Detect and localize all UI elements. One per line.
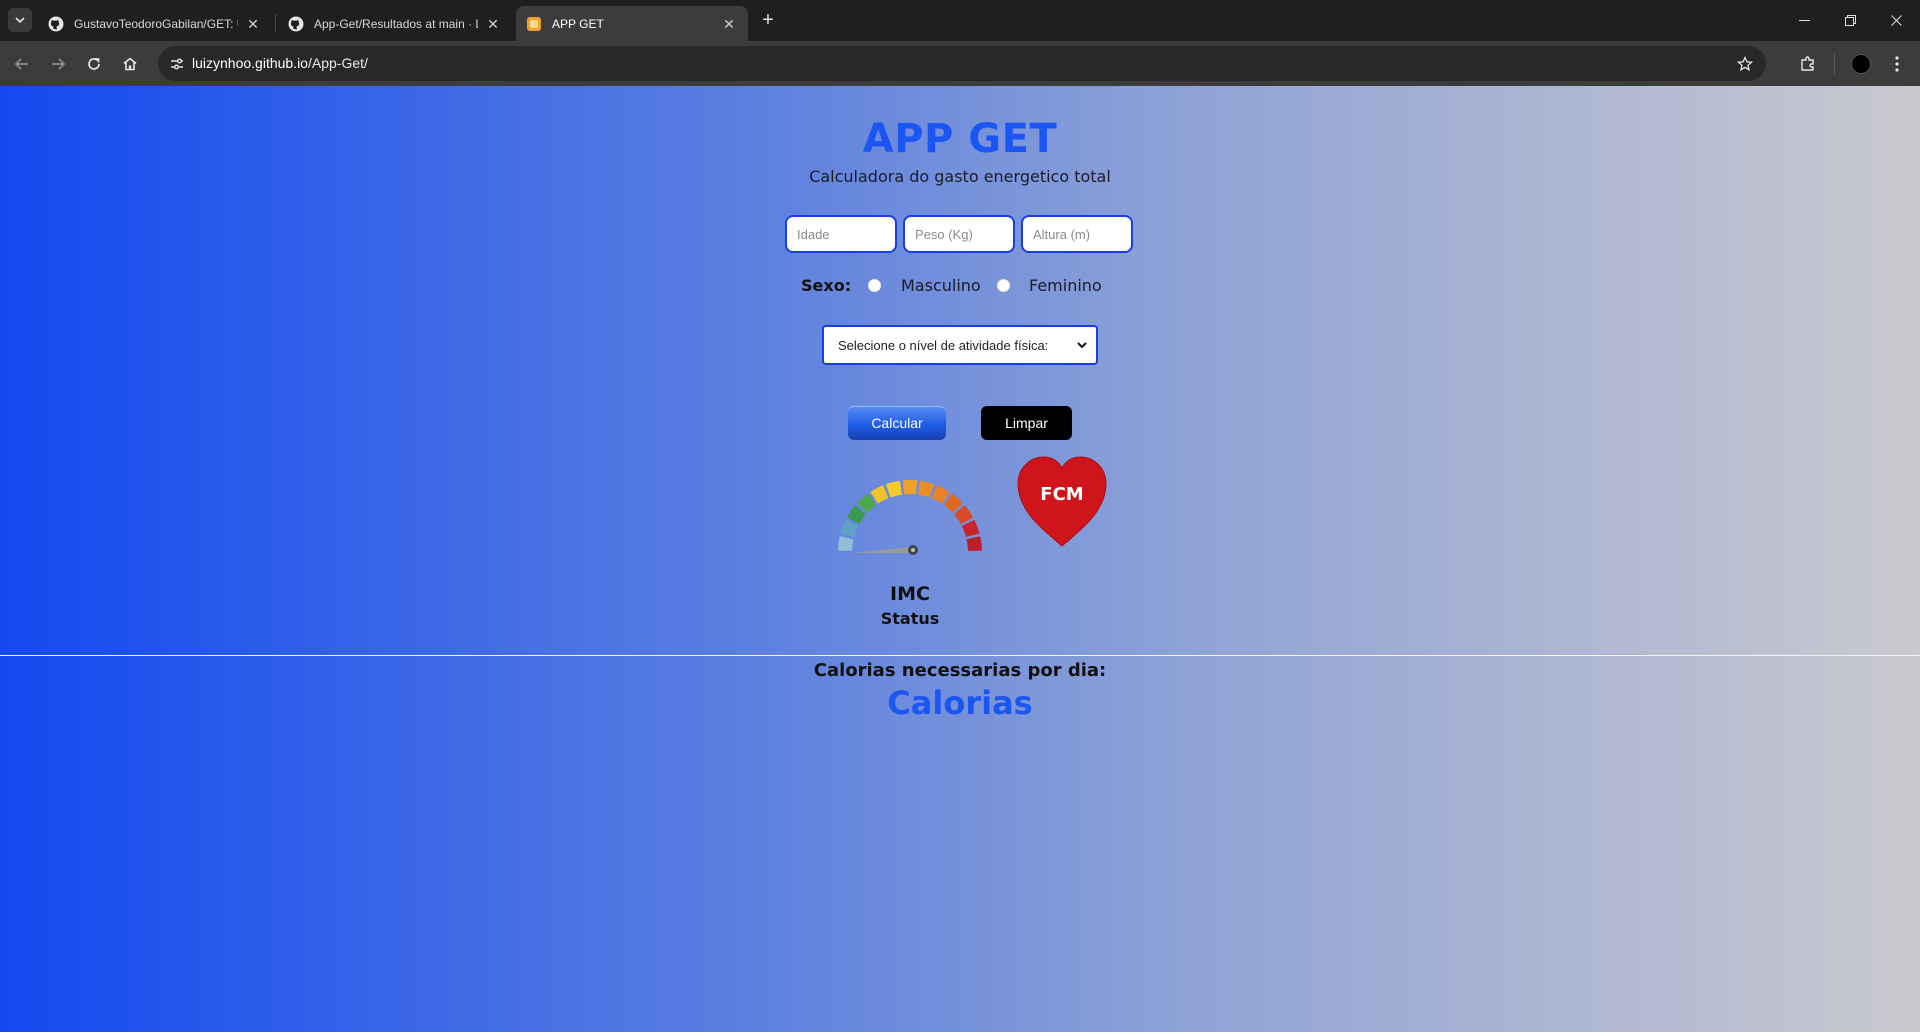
profile-button[interactable] [1847,50,1875,78]
menu-button[interactable] [1883,50,1911,78]
url-host: luizynhoo.github.io [192,55,308,71]
page-title: APP GET [862,116,1058,162]
gauge-needle [850,547,913,553]
github-icon [288,16,304,32]
address-bar[interactable]: luizynhoo.github.io/App-Get/ [158,46,1766,81]
gauge-segments [838,480,982,551]
url-path: /App-Get/ [307,55,368,71]
gauge-segment [840,519,859,538]
atividade-select[interactable]: Selecione o nível de atividade física: [822,325,1098,365]
app-get-favicon [526,16,542,32]
chevron-down-icon [1077,342,1087,349]
close-window-button[interactable] [1873,0,1919,41]
puzzle-icon [1801,56,1814,71]
close-icon [1890,15,1902,26]
url-text[interactable]: luizynhoo.github.io/App-Get/ [192,46,368,81]
gauge-segment [966,536,982,551]
restore-icon [1844,15,1856,26]
toolbar-divider [1834,54,1835,74]
divider [0,655,1920,656]
star-icon[interactable] [1734,53,1756,75]
chevron-down-icon [15,17,25,24]
masculino-radio[interactable] [868,279,881,292]
tab-github-get[interactable]: GustavoTeodoroGabilan/GET: U ✕ [38,6,272,41]
feminino-label[interactable]: Feminino [1029,276,1102,296]
gauge-pivot-center [911,548,915,552]
gauge-segment [838,536,854,551]
github-icon [48,16,64,32]
home-button[interactable] [116,50,144,78]
new-tab-button[interactable]: + [756,8,780,32]
minimize-icon [1798,20,1810,21]
altura-input[interactable] [1021,215,1133,253]
back-button[interactable] [8,50,36,78]
calorias-label: Calorias necessarias por dia: [813,660,1107,681]
tab-github-resultados[interactable]: App-Get/Resultados at main · L ✕ [278,6,512,41]
restore-button[interactable] [1827,0,1873,41]
tab-title: APP GET [552,16,604,31]
gauge-segment [902,480,918,495]
peso-input[interactable] [903,215,1015,253]
masculino-label[interactable]: Masculino [901,276,981,296]
tab-title: App-Get/Resultados at main · L [314,16,478,31]
gauge-segment [918,480,935,498]
back-arrow-icon [14,58,28,70]
close-icon[interactable]: ✕ [244,15,262,33]
imc-gauge [838,480,982,555]
browser-toolbar: luizynhoo.github.io/App-Get/ [0,41,1920,86]
tab-app-get[interactable]: APP GET ✕ [516,6,748,41]
tab-search-button[interactable] [8,8,32,32]
sexo-row: Sexo: Masculino Feminino [0,276,1920,296]
gauge-segment [885,480,902,498]
close-icon[interactable]: ✕ [720,15,738,33]
tab-title: GustavoTeodoroGabilan/GET: U [74,16,238,31]
site-info-icon[interactable] [166,53,188,75]
idade-input[interactable] [785,215,897,253]
tab-separator [275,14,276,32]
forward-button[interactable] [44,50,72,78]
fcm-label: FCM [1040,484,1084,505]
imc-label: IMC [890,583,930,605]
sexo-label: Sexo: [801,276,852,295]
calcular-button[interactable]: Calcular [848,406,946,440]
gauge-segment [961,519,980,538]
kebab-menu-icon [1895,56,1899,72]
avatar [1851,54,1871,74]
reload-button[interactable] [80,50,108,78]
extensions-button[interactable] [1794,50,1822,78]
feminino-radio[interactable] [997,279,1010,292]
imc-status: Status [880,609,940,628]
calorias-value: Calorias [887,684,1033,722]
page-viewport: APP GET Calculadora do gasto energetico … [0,86,1920,1032]
tab-strip: GustavoTeodoroGabilan/GET: U ✕ App-Get/R… [0,0,1920,41]
limpar-button[interactable]: Limpar [981,406,1072,440]
close-icon[interactable]: ✕ [484,15,502,33]
forward-arrow-icon [52,58,66,70]
page-subtitle: Calculadora do gasto energetico total [809,167,1111,186]
atividade-select-value: Selecione o nível de atividade física: [838,337,1049,353]
home-icon [123,57,137,71]
reload-icon [88,58,100,70]
minimize-button[interactable] [1781,0,1827,41]
